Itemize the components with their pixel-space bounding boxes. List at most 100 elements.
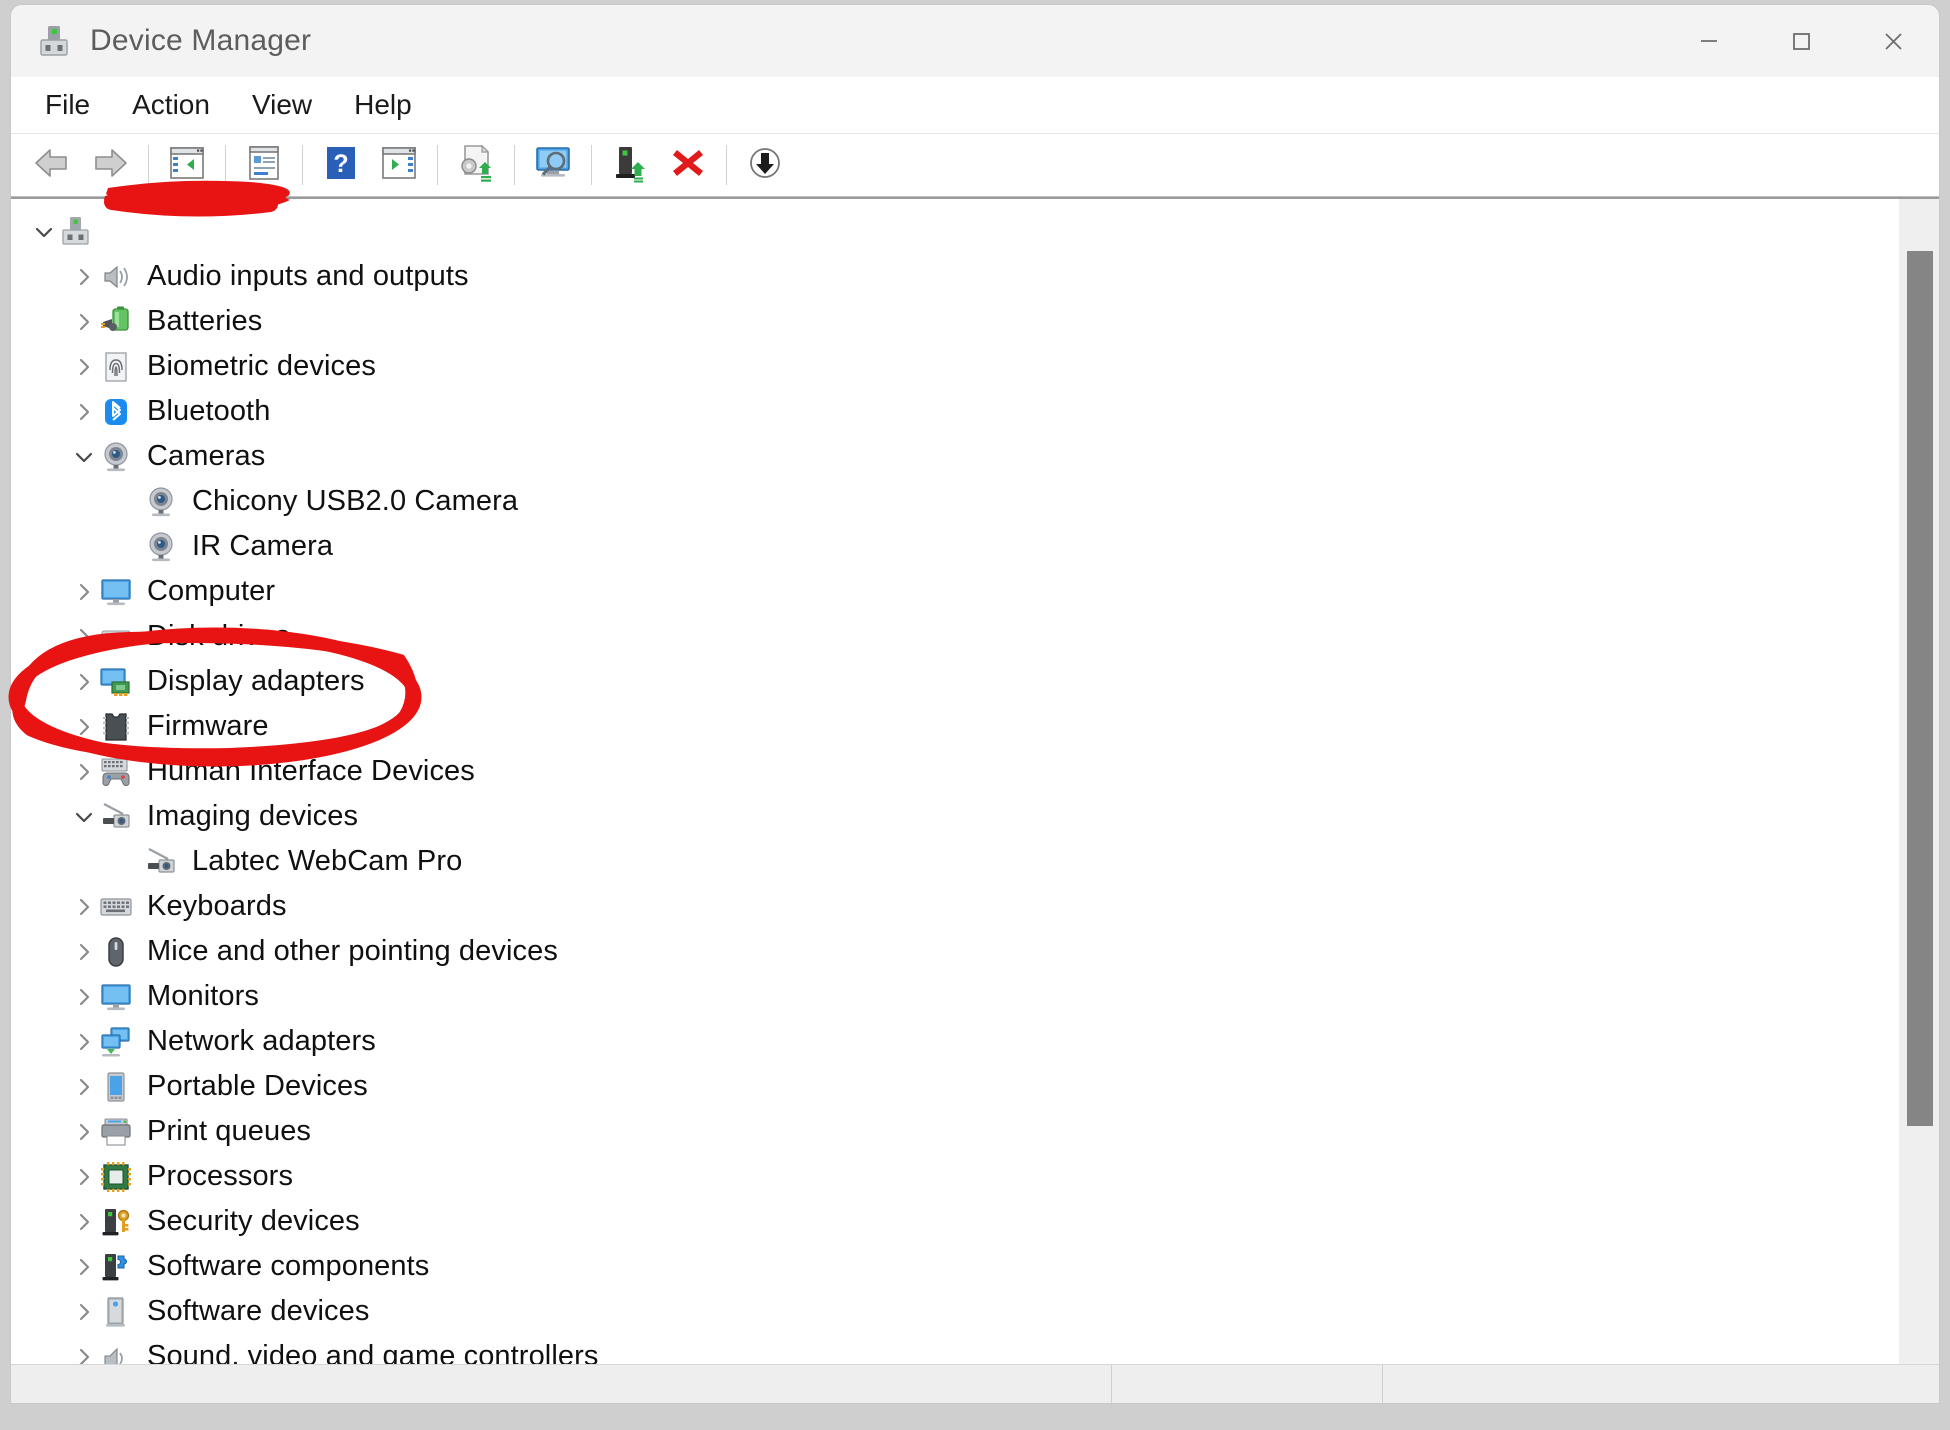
chevron-right-icon[interactable] <box>69 714 99 740</box>
software-component-icon <box>99 1250 133 1284</box>
tree-node-ir-camera[interactable]: IR Camera <box>11 524 1879 569</box>
tree-node-software-components[interactable]: Software components <box>11 1244 1879 1289</box>
tree-node-label: Mice and other pointing devices <box>147 935 558 967</box>
menu-help[interactable]: Help <box>336 85 430 125</box>
speaker-icon <box>99 260 133 294</box>
tree-node-disk-drives[interactable]: Disk drives <box>11 614 1879 659</box>
tree-node-security-devices[interactable]: Security devices <box>11 1199 1879 1244</box>
status-pane-3 <box>1383 1365 1939 1403</box>
status-pane-2 <box>1112 1365 1383 1403</box>
tree-node-cameras[interactable]: Cameras <box>11 434 1879 479</box>
chevron-right-icon[interactable] <box>69 399 99 425</box>
toolbar-forward[interactable] <box>83 140 137 190</box>
chevron-right-icon[interactable] <box>69 1119 99 1145</box>
tree-node-label: Human Interface Devices <box>147 755 475 787</box>
chevron-right-icon[interactable] <box>69 669 99 695</box>
chevron-right-icon[interactable] <box>69 579 99 605</box>
chevron-down-icon[interactable] <box>69 444 99 470</box>
menu-action[interactable]: Action <box>114 85 228 125</box>
tree-node-software-devices[interactable]: Software devices <box>11 1289 1879 1334</box>
vertical-scrollbar[interactable] <box>1899 199 1939 1364</box>
close-button[interactable] <box>1847 5 1939 77</box>
toolbar-scan-for-hardware-changes[interactable] <box>526 140 580 190</box>
toolbar-properties[interactable] <box>237 140 291 190</box>
tree-node-monitors[interactable]: Monitors <box>11 974 1879 1019</box>
software-device-icon <box>99 1295 133 1329</box>
toolbar-help[interactable]: ? <box>314 140 368 190</box>
tree-node-label: Network adapters <box>147 1025 376 1057</box>
chevron-right-icon[interactable] <box>69 1344 99 1364</box>
chevron-right-icon[interactable] <box>69 624 99 650</box>
tree-node-label: Display adapters <box>147 665 365 697</box>
menu-file[interactable]: File <box>27 85 108 125</box>
chevron-right-icon[interactable] <box>69 939 99 965</box>
toolbar-uninstall-device[interactable] <box>661 140 715 190</box>
hid-icon <box>99 755 133 789</box>
chevron-right-icon[interactable] <box>69 1299 99 1325</box>
tree-node-network-adapters[interactable]: Network adapters <box>11 1019 1879 1064</box>
chevron-right-icon[interactable] <box>69 1209 99 1235</box>
tree-node-label: Batteries <box>147 305 263 337</box>
chevron-right-icon[interactable] <box>69 1164 99 1190</box>
chevron-right-icon[interactable] <box>69 264 99 290</box>
tree-node-label: Keyboards <box>147 890 287 922</box>
tree-node-label: Labtec WebCam Pro <box>192 845 463 877</box>
update-driver-icon <box>455 142 497 189</box>
disk-drive-icon <box>99 620 133 654</box>
toolbar-enable-device[interactable] <box>603 140 657 190</box>
minimize-button[interactable] <box>1663 5 1755 77</box>
device-manager-window: Device Manager File Action View Help ? A… <box>10 4 1940 1404</box>
toolbar-show-hide-action-pane[interactable] <box>372 140 426 190</box>
show-hide-action-pane-icon <box>379 143 419 188</box>
toolbar-show-hide-console-tree[interactable] <box>160 140 214 190</box>
tree-node-label: Imaging devices <box>147 800 359 832</box>
tree-node-firmware[interactable]: Firmware <box>11 704 1879 749</box>
tree-node-sound-video-and-game-controllers[interactable]: Sound, video and game controllers <box>11 1334 1879 1364</box>
chevron-down-icon[interactable] <box>29 219 59 245</box>
toolbar-separator <box>726 145 727 185</box>
tree-node-mice-and-other-pointing-devices[interactable]: Mice and other pointing devices <box>11 929 1879 974</box>
tree-node-labtec-webcam-pro[interactable]: Labtec WebCam Pro <box>11 839 1879 884</box>
tree-node-root[interactable] <box>11 209 1879 254</box>
chevron-right-icon[interactable] <box>69 759 99 785</box>
chevron-right-icon[interactable] <box>69 1029 99 1055</box>
tree-node-biometric-devices[interactable]: Biometric devices <box>11 344 1879 389</box>
tree-node-human-interface-devices[interactable]: Human Interface Devices <box>11 749 1879 794</box>
menu-view[interactable]: View <box>234 85 330 125</box>
chevron-right-icon[interactable] <box>69 354 99 380</box>
tree-node-computer[interactable]: Computer <box>11 569 1879 614</box>
forward-arrow-icon <box>89 142 131 189</box>
tree-node-bluetooth[interactable]: Bluetooth <box>11 389 1879 434</box>
tree-node-imaging-devices[interactable]: Imaging devices <box>11 794 1879 839</box>
toolbar-disable-device[interactable] <box>738 140 792 190</box>
webcam-icon <box>99 440 133 474</box>
toolbar-back[interactable] <box>25 140 79 190</box>
tree-node-portable-devices[interactable]: Portable Devices <box>11 1064 1879 1109</box>
tree-node-processors[interactable]: Processors <box>11 1154 1879 1199</box>
toolbar-update-driver[interactable] <box>449 140 503 190</box>
tree-node-label: Software components <box>147 1250 430 1282</box>
scan-for-hardware-changes-icon <box>532 142 574 189</box>
scrollbar-thumb[interactable] <box>1907 251 1933 1126</box>
tree-node-label: Audio inputs and outputs <box>147 260 469 292</box>
monitor-icon <box>99 980 133 1014</box>
status-pane-1 <box>11 1365 1112 1403</box>
tree-node-display-adapters[interactable]: Display adapters <box>11 659 1879 704</box>
tree-node-chicony-usb2-camera[interactable]: Chicony USB2.0 Camera <box>11 479 1879 524</box>
tree-node-keyboards[interactable]: Keyboards <box>11 884 1879 929</box>
processor-icon <box>99 1160 133 1194</box>
bluetooth-icon <box>99 395 133 429</box>
chevron-down-icon[interactable] <box>69 804 99 830</box>
firmware-chip-icon <box>99 710 133 744</box>
tree-node-batteries[interactable]: Batteries <box>11 299 1879 344</box>
chevron-right-icon[interactable] <box>69 894 99 920</box>
tree-node-audio-inputs-and-outputs[interactable]: Audio inputs and outputs <box>11 254 1879 299</box>
chevron-right-icon[interactable] <box>69 309 99 335</box>
tree-node-label: Monitors <box>147 980 259 1012</box>
maximize-button[interactable] <box>1755 5 1847 77</box>
chevron-right-icon[interactable] <box>69 984 99 1010</box>
chevron-right-icon[interactable] <box>69 1074 99 1100</box>
tree-node-print-queues[interactable]: Print queues <box>11 1109 1879 1154</box>
device-tree-pane: Audio inputs and outputs Batteries Biome… <box>11 197 1939 1364</box>
chevron-right-icon[interactable] <box>69 1254 99 1280</box>
